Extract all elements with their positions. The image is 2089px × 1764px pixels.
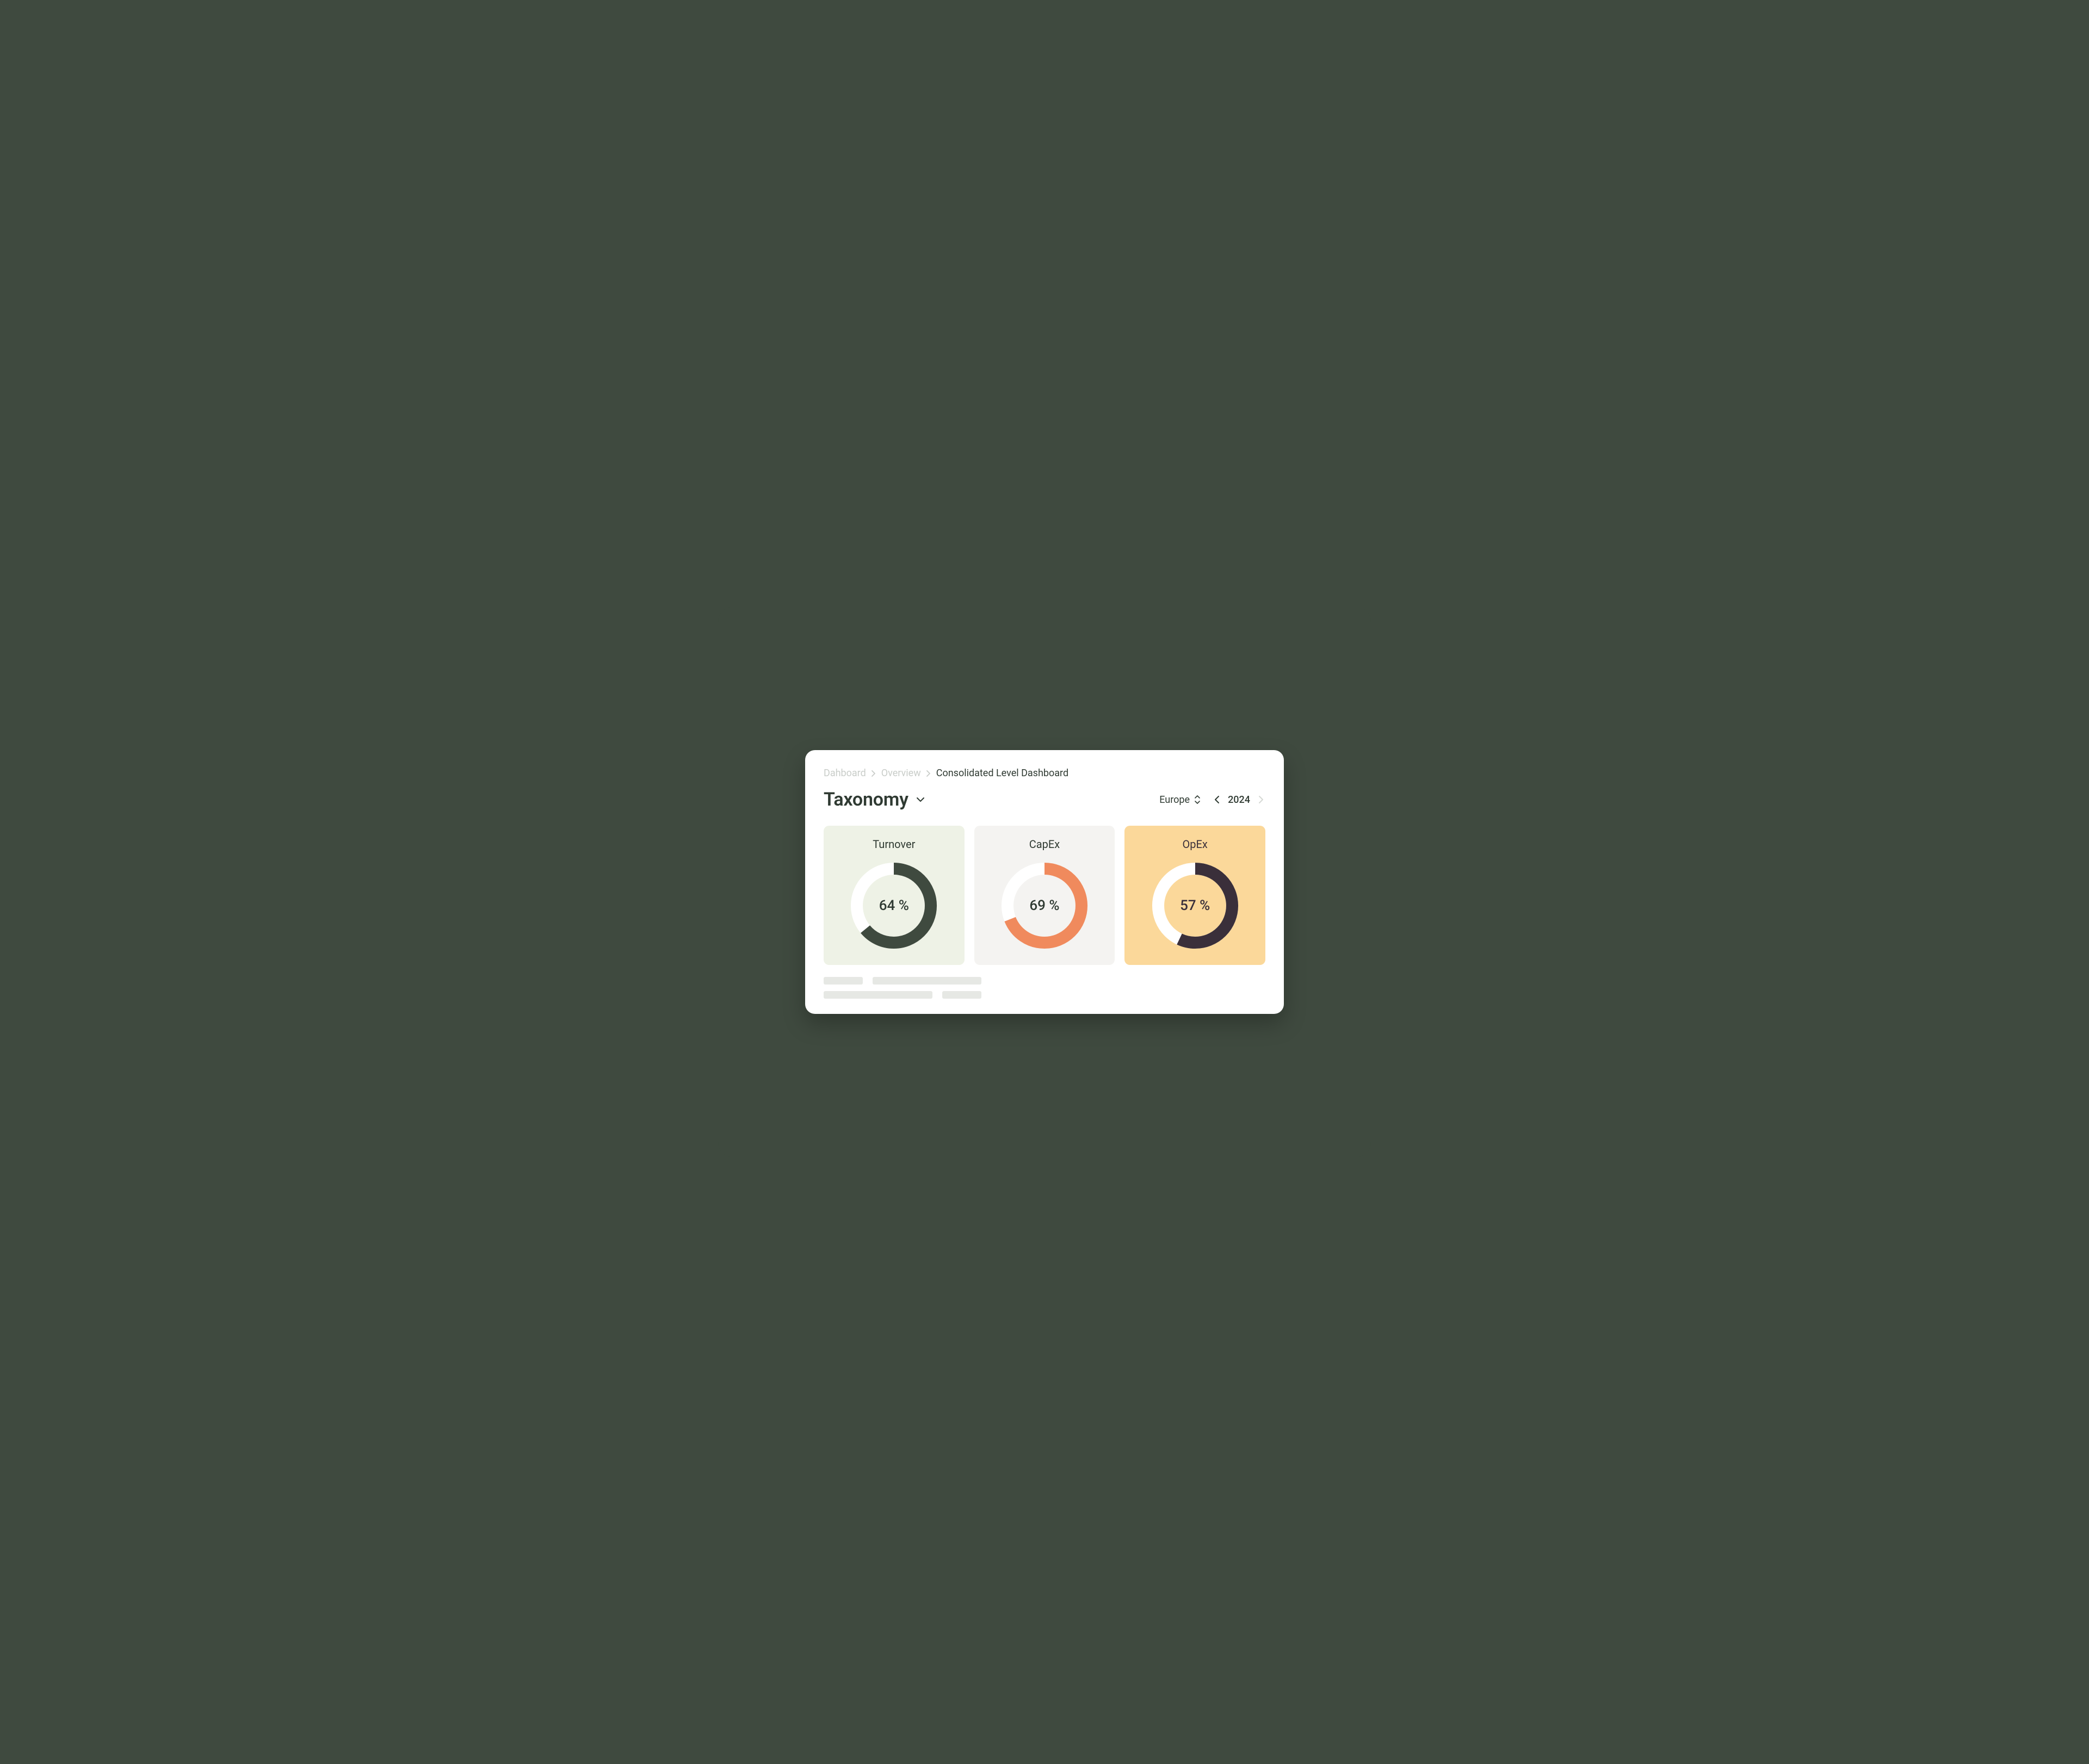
year-next-button[interactable]: [1257, 795, 1265, 804]
skeleton-row: [824, 977, 1265, 985]
title-row: Taxonomy Europe: [824, 789, 1265, 810]
metric-card-turnover[interactable]: Turnover 64 %: [824, 826, 965, 965]
breadcrumb-item-dashboard[interactable]: Dahboard: [824, 768, 866, 779]
page-title: Taxonomy: [824, 789, 908, 810]
skeleton-row: [824, 991, 1265, 999]
donut-chart-opex: 57 %: [1149, 859, 1241, 952]
chevron-right-icon: [872, 770, 876, 777]
year-value: 2024: [1228, 794, 1250, 806]
sort-icon: [1194, 795, 1201, 804]
chevron-right-icon: [926, 770, 931, 777]
year-prev-button[interactable]: [1213, 795, 1221, 804]
dashboard-card: Dahboard Overview Consolidated Level Das…: [805, 750, 1284, 1014]
skeleton-bar: [873, 977, 981, 985]
year-picker: 2024: [1213, 794, 1265, 806]
metric-value: 57 %: [1149, 859, 1241, 952]
breadcrumb-item-overview[interactable]: Overview: [881, 768, 921, 779]
breadcrumb-item-current: Consolidated Level Dashboard: [936, 768, 1068, 779]
metric-value: 64 %: [848, 859, 940, 952]
metric-label: Turnover: [873, 838, 915, 851]
skeleton-section: [824, 977, 1265, 999]
chevron-down-icon: [916, 797, 925, 802]
metrics-row: Turnover 64 % CapEx 69 %: [824, 826, 1265, 965]
donut-chart-capex: 69 %: [998, 859, 1091, 952]
region-value: Europe: [1159, 794, 1190, 806]
region-picker[interactable]: Europe: [1159, 794, 1201, 806]
skeleton-bar: [942, 991, 981, 999]
page-title-dropdown[interactable]: Taxonomy: [824, 789, 925, 810]
skeleton-bar: [824, 991, 932, 999]
skeleton-bar: [824, 977, 863, 985]
metric-label: CapEx: [1029, 838, 1060, 851]
donut-chart-turnover: 64 %: [848, 859, 940, 952]
metric-label: OpEx: [1183, 838, 1208, 851]
breadcrumb: Dahboard Overview Consolidated Level Das…: [824, 768, 1265, 779]
metric-value: 69 %: [998, 859, 1091, 952]
stage: Dahboard Overview Consolidated Level Das…: [718, 606, 1371, 1158]
metric-card-opex[interactable]: OpEx 57 %: [1124, 826, 1265, 965]
metric-card-capex[interactable]: CapEx 69 %: [974, 826, 1115, 965]
filter-controls: Europe 2024: [1159, 794, 1265, 806]
